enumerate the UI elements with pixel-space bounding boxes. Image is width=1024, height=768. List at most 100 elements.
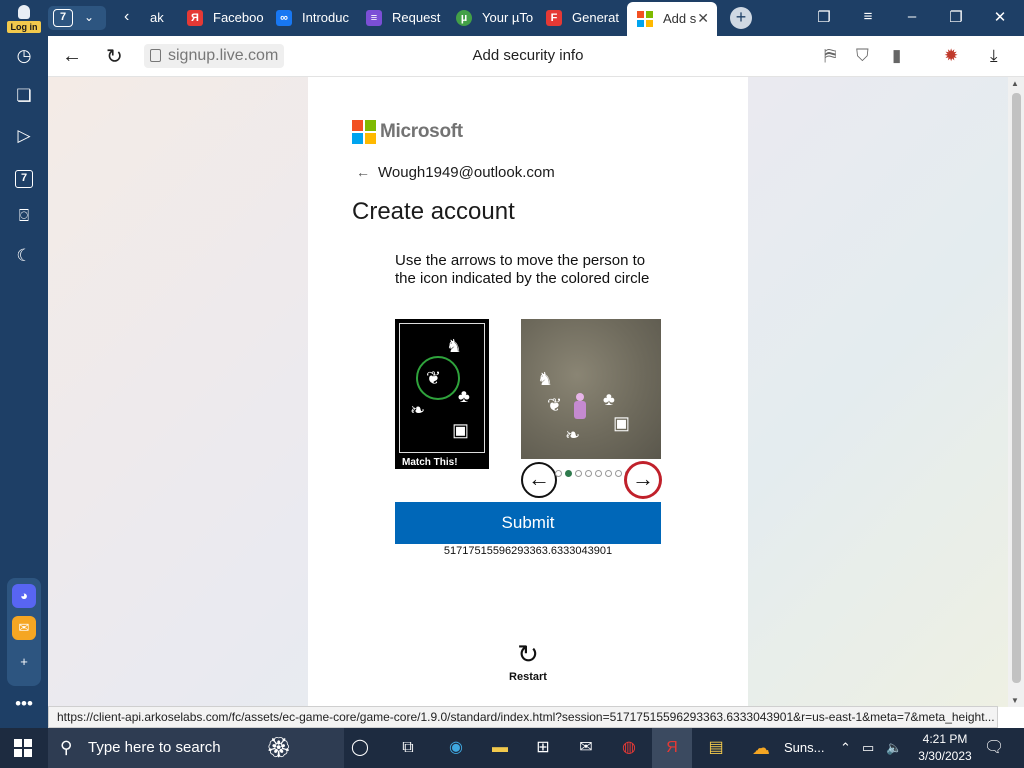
url-domain: signup.live.com bbox=[168, 47, 279, 64]
page-title: Add security info bbox=[472, 47, 584, 64]
vertical-scrollbar[interactable]: ▲ ▼ bbox=[1008, 77, 1024, 707]
windows-start-icon[interactable] bbox=[14, 739, 32, 757]
leaf-icon: ❧ bbox=[565, 425, 581, 445]
page-heading: Create account bbox=[352, 198, 515, 225]
system-clock[interactable]: 4:21 PM 3/30/2023 bbox=[910, 731, 980, 765]
gift-icon: ▣ bbox=[452, 420, 470, 440]
new-tab-button[interactable]: + bbox=[730, 7, 752, 29]
match-label: Match This! bbox=[402, 457, 458, 468]
weather-icon[interactable]: ☁ bbox=[752, 728, 770, 768]
taskbar-search-box[interactable]: ⚲ Type here to search 🏵 bbox=[48, 728, 344, 768]
sidebar-apps: ◕ ✉ + bbox=[7, 578, 41, 686]
captcha-left-arrow-button[interactable]: ← bbox=[521, 462, 557, 498]
tab-count-button[interactable]: 7 ⌄ bbox=[48, 6, 106, 30]
mail-icon[interactable]: ✉ bbox=[12, 616, 36, 640]
weather-label[interactable]: Suns... bbox=[784, 728, 824, 768]
browser-tab-bar: Log in 7 ⌄ ‹ ak Я Faceboo ∞ Introduc ≡ R… bbox=[0, 0, 1024, 36]
tab-label: ak bbox=[150, 10, 164, 25]
scroll-down-icon[interactable]: ▼ bbox=[1011, 696, 1019, 705]
restart-icon: ↻ bbox=[517, 639, 539, 669]
edge-icon[interactable]: ◉ bbox=[444, 736, 468, 760]
chrome-icon[interactable]: ◍ bbox=[617, 736, 641, 760]
gift-icon: ▣ bbox=[613, 413, 631, 433]
tab-6[interactable]: F Generat bbox=[546, 4, 622, 32]
yandex-browser-icon[interactable]: Я bbox=[660, 736, 684, 760]
tray-chevron-icon[interactable]: ⌃ bbox=[840, 728, 851, 768]
file-explorer-icon[interactable]: ▬ bbox=[488, 736, 512, 760]
progress-dot bbox=[565, 470, 572, 477]
captcha-target-image: ♞ ❦ ♣ ❧ ▣ Match This! bbox=[395, 319, 489, 469]
play-icon[interactable]: ▷ bbox=[12, 124, 36, 148]
restore-icon[interactable]: ❐ bbox=[946, 8, 966, 26]
collections-icon[interactable]: ❏ bbox=[12, 84, 36, 108]
progress-dot bbox=[555, 470, 562, 477]
cat-icon: ♞ bbox=[537, 369, 554, 389]
browser-sidebar: ◷ ❏ ▷ 7 ⌼ ☾ ◕ ✉ + ••• bbox=[0, 36, 48, 732]
captcha-right-arrow-button[interactable]: → bbox=[625, 462, 661, 498]
scrollbar-thumb[interactable] bbox=[1012, 93, 1021, 683]
notes-icon[interactable]: ▤ bbox=[704, 736, 728, 760]
session-id: 51717515596293363.6333043901 bbox=[443, 545, 613, 557]
captcha-scene-image: ♞ ❦ ♣ ▣ ❧ bbox=[521, 319, 661, 459]
tab-label: Request bbox=[392, 10, 441, 25]
mushroom-icon: ♣ bbox=[603, 389, 615, 409]
network-icon[interactable]: ▭ bbox=[862, 728, 874, 768]
tab-label: Your µTo bbox=[482, 10, 534, 25]
tab-4[interactable]: ≡ Request bbox=[366, 4, 446, 32]
moon-icon[interactable]: ☾ bbox=[12, 244, 36, 268]
extension-bug-icon[interactable]: ✹ bbox=[944, 46, 958, 66]
protect-icon[interactable]: ⛉ bbox=[856, 46, 869, 66]
mushroom-icon: ♣ bbox=[458, 386, 470, 406]
notification-icon[interactable]: 🗨 bbox=[984, 728, 1004, 768]
menu-icon[interactable]: ≡ bbox=[858, 8, 878, 25]
clock-time: 4:21 PM bbox=[922, 732, 968, 746]
cortana-icon[interactable]: ◯ bbox=[348, 736, 372, 760]
email-back-link[interactable]: ← Wough1949@outlook.com bbox=[356, 164, 555, 181]
discord-icon[interactable]: ◕ bbox=[12, 584, 36, 608]
tab-1[interactable]: ak bbox=[144, 4, 174, 32]
translate-icon[interactable]: ⛿ bbox=[824, 46, 836, 66]
reload-icon[interactable]: ↻ bbox=[106, 44, 123, 69]
leaf-icon: ❧ bbox=[410, 400, 426, 420]
add-icon[interactable]: + bbox=[12, 650, 36, 674]
bookmark-icon[interactable]: ▮ bbox=[892, 46, 901, 66]
progress-dot bbox=[585, 470, 592, 477]
submit-button[interactable]: Submit bbox=[395, 502, 661, 544]
tabs-scroll-left-icon[interactable]: ‹ bbox=[124, 8, 129, 26]
scroll-up-icon[interactable]: ▲ bbox=[1011, 79, 1019, 88]
mail-icon[interactable]: ✉ bbox=[574, 736, 598, 760]
login-button[interactable]: Log in bbox=[6, 3, 42, 33]
history-icon[interactable]: ◷ bbox=[12, 44, 36, 68]
close-tab-icon[interactable]: ✕ bbox=[697, 10, 709, 27]
store-icon[interactable]: ⊞ bbox=[531, 736, 555, 760]
close-window-icon[interactable]: ✕ bbox=[990, 8, 1010, 26]
more-icon[interactable]: ••• bbox=[12, 692, 36, 716]
tab-2[interactable]: Я Faceboo bbox=[187, 4, 267, 32]
restart-button[interactable]: ↻ Restart bbox=[496, 640, 560, 683]
address-bar: ← ↻ signup.live.com Add security info ⛿ … bbox=[48, 36, 1024, 77]
task-view-icon[interactable]: ⧉ bbox=[396, 736, 420, 760]
calendar-icon[interactable]: 7 bbox=[12, 164, 36, 188]
tab-3[interactable]: ∞ Introduc bbox=[276, 4, 356, 32]
leaf-icon: ❦ bbox=[426, 368, 442, 388]
microsoft-logo-icon bbox=[352, 120, 376, 144]
volume-icon[interactable]: 🔈 bbox=[886, 728, 902, 768]
back-arrow-icon[interactable]: ← bbox=[62, 45, 82, 68]
progress-dot bbox=[575, 470, 582, 477]
status-bar-url: https://client-api.arkoselabs.com/fc/ass… bbox=[48, 706, 998, 728]
tab-label: Generat bbox=[572, 10, 619, 25]
tab-active[interactable]: Add s ✕ bbox=[627, 2, 717, 36]
captcha-progress bbox=[555, 470, 635, 478]
yandex-icon: Я bbox=[187, 10, 203, 26]
tab-5[interactable]: µ Your µTo bbox=[456, 4, 536, 32]
captcha-instruction: Use the arrows to move the person to the… bbox=[395, 252, 650, 287]
collections-icon[interactable]: ❐ bbox=[814, 8, 834, 26]
url-field[interactable]: signup.live.com bbox=[144, 44, 285, 68]
camera-icon[interactable]: ⌼ bbox=[12, 204, 36, 228]
cat-icon: ♞ bbox=[446, 336, 463, 356]
progress-dot bbox=[605, 470, 612, 477]
tab-label: Add s bbox=[663, 11, 697, 26]
minimize-icon[interactable]: – bbox=[902, 8, 922, 25]
download-icon[interactable]: ⤓ bbox=[990, 46, 998, 66]
utorrent-icon: µ bbox=[456, 10, 472, 26]
